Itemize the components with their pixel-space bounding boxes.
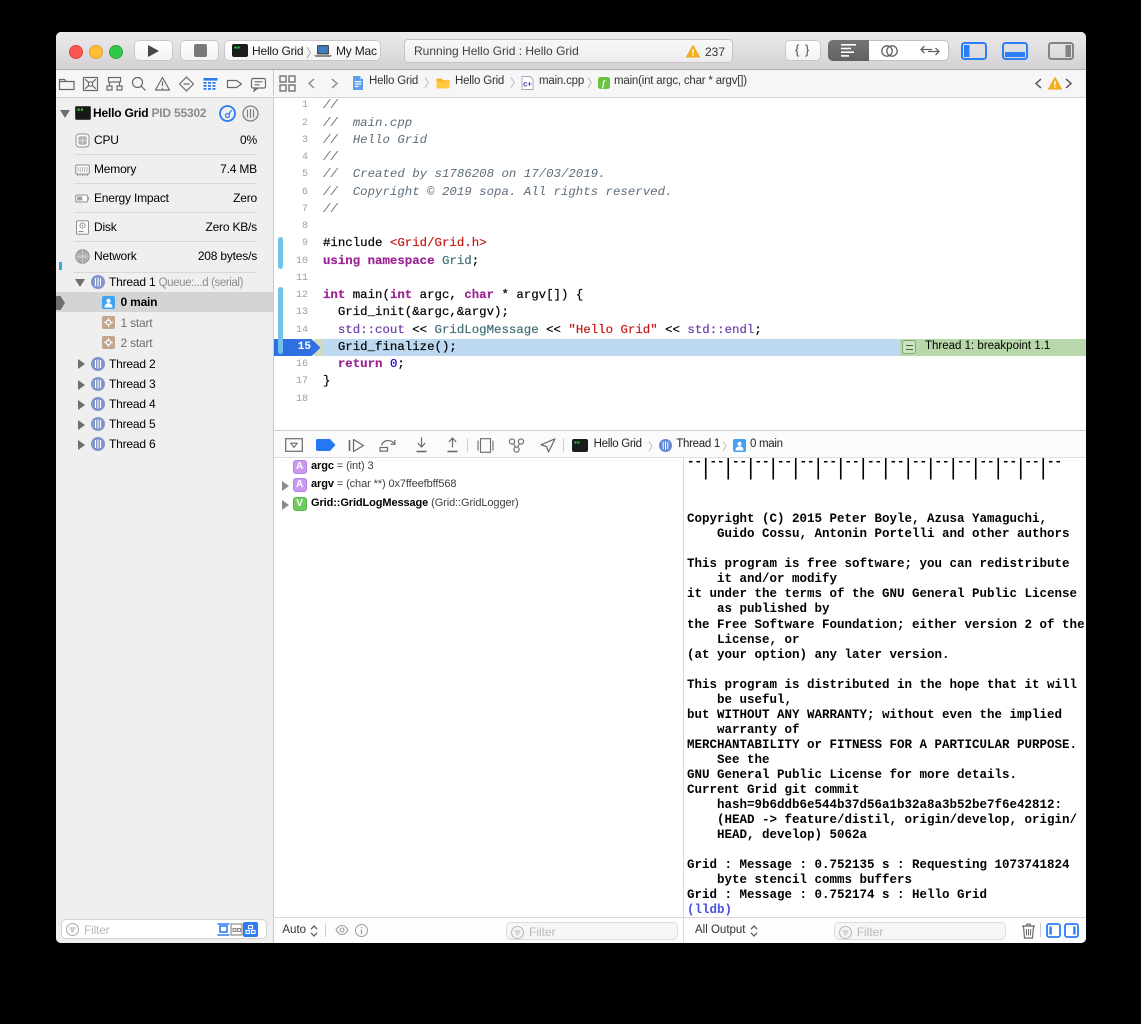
svg-text:c+: c+	[523, 80, 532, 89]
